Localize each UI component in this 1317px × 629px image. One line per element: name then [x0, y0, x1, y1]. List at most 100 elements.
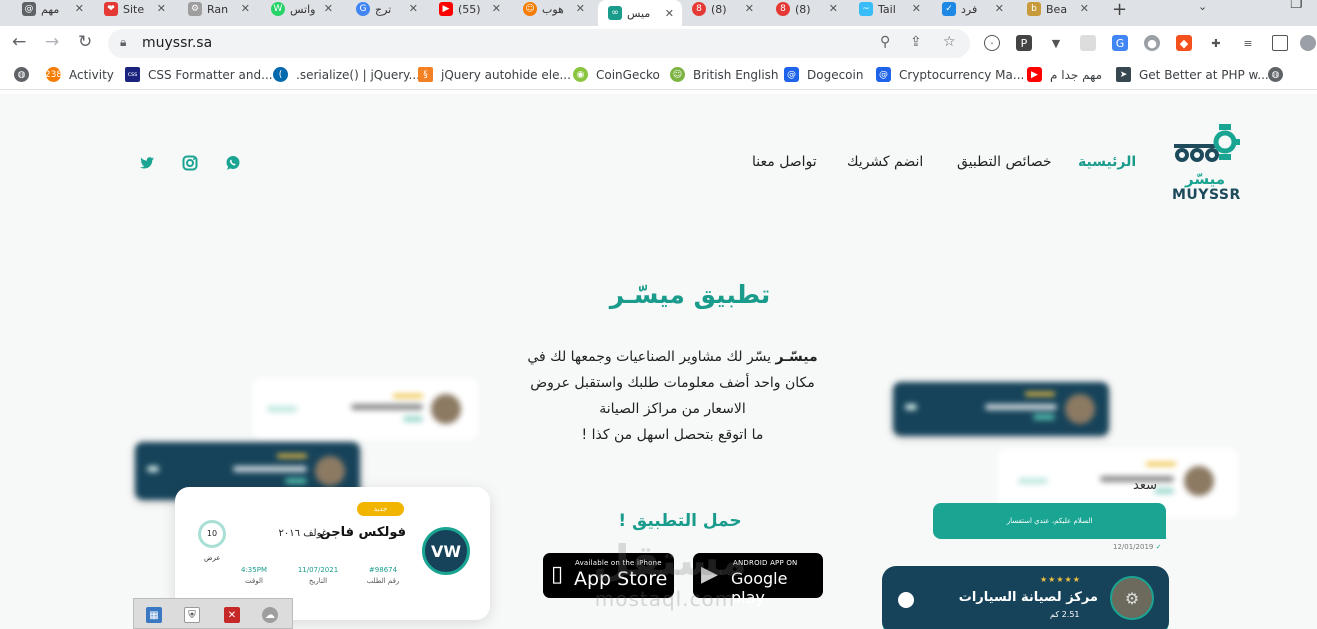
nav-contact[interactable]: تواصل معنا [752, 154, 817, 170]
service-center-card[interactable]: ⚙ ★★★★★ مركز لصيانة السيارات 2.51 كم [882, 566, 1169, 629]
close-icon[interactable]: ✕ [75, 2, 84, 15]
tab-label: واتس [290, 2, 316, 16]
close-icon[interactable]: ✕ [995, 2, 1004, 15]
tab-3[interactable]: W واتس ✕ [271, 0, 333, 18]
extension-icon[interactable]: · [984, 35, 1000, 51]
forward-button[interactable]: → [45, 32, 59, 52]
bookmark-important[interactable]: ▶ مهم جدا م [1027, 67, 1102, 82]
globe-icon[interactable]: ◍ [14, 67, 37, 82]
new-badge: جديد [357, 502, 404, 516]
chevron-down-icon[interactable]: ⌄ [1198, 0, 1207, 13]
share-icon[interactable]: ⇪ [910, 34, 922, 50]
watermark-url: mostaql.com [594, 587, 736, 611]
close-icon[interactable]: ✕ [409, 2, 418, 15]
tab-label: فرد [961, 2, 978, 16]
bookmark-php[interactable]: ➤ Get Better at PHP w... [1116, 67, 1269, 82]
bookmark-activity[interactable]: 238 Activity [45, 67, 114, 82]
location-icon[interactable]: ⚲ [880, 34, 890, 50]
chat-bubble: السلام عليكم، عندي استفسار [933, 503, 1166, 539]
close-icon[interactable]: ✕ [829, 2, 838, 15]
order-date-label: التاريخ [308, 577, 328, 585]
tab-5[interactable]: ▶ (55) ✕ [439, 0, 501, 18]
hero-line-4: ما اتوقع بتحصل اسهل من كذا ! [581, 427, 764, 443]
nav-home[interactable]: الرئيسية [1078, 154, 1136, 170]
bookmark-jquery-serialize[interactable]: ( .serialize() | jQuery... [273, 67, 420, 82]
close-icon[interactable]: ✕ [745, 2, 754, 15]
address-text[interactable]: muyssr.sa [142, 35, 212, 51]
bookmark-dogecoin[interactable]: @ Dogecoin [784, 67, 863, 82]
side-panel-icon[interactable] [1272, 35, 1288, 51]
bookmark-british-english[interactable]: ☺ British English [670, 67, 779, 82]
extension-icon[interactable]: ◆ [1176, 35, 1192, 51]
tab-4[interactable]: G ترج ✕ [356, 0, 418, 18]
tab-8[interactable]: 8 (8) ✕ [692, 0, 754, 18]
bookmark-label: jQuery autohide ele... [441, 67, 571, 82]
bookmark-label: مهم جدا م [1050, 67, 1103, 82]
arrow-icon: ➤ [1116, 67, 1131, 82]
bookmark-coingecko[interactable]: ◉ CoinGecko [573, 67, 660, 82]
shield-icon[interactable]: ⛨ [184, 607, 200, 623]
tab-2[interactable]: ⚙ Ran ✕ [188, 0, 250, 18]
close-icon[interactable]: ✕ [665, 7, 674, 20]
extension-icon[interactable] [1080, 35, 1096, 51]
bookmark-jquery-autohide[interactable]: § jQuery autohide ele... [418, 67, 571, 82]
tab-label: ترج [375, 2, 392, 16]
tab-1[interactable]: ❤ Site ✕ [104, 0, 166, 18]
close-icon[interactable]: ✕ [324, 2, 333, 15]
tab-10[interactable]: ~ Tail ✕ [859, 0, 921, 18]
reload-button[interactable]: ↻ [78, 32, 92, 52]
nav-join-partner[interactable]: انضم كشريك [847, 154, 923, 170]
puzzle-icon[interactable]: ✚ [1208, 35, 1224, 51]
tab-6[interactable]: ☺ هوب ✕ [523, 0, 585, 18]
media-control-icon[interactable]: ≡ [1240, 35, 1256, 51]
close-icon[interactable]: ✕ [241, 2, 250, 15]
css-icon: css [125, 67, 140, 82]
extension-icon[interactable]: P [1016, 35, 1032, 51]
restore-window-button[interactable]: ❐ [1290, 0, 1303, 12]
twitter-icon[interactable] [139, 155, 155, 171]
bookmark-cryptocurrency[interactable]: @ Cryptocurrency Ma... [876, 67, 1024, 82]
tab-9[interactable]: 8 (8) ✕ [776, 0, 838, 18]
app-icon[interactable]: ▦ [146, 607, 162, 623]
close-icon[interactable]: ✕ [492, 2, 501, 15]
gear-icon: ⚙ [188, 2, 202, 16]
browser-window: @ مهم ✕ ❤ Site ✕ ⚙ Ran ✕ W واتس ✕ G ترج … [0, 0, 1317, 629]
tab-7[interactable]: ∞ ميس ✕ [598, 0, 682, 26]
tab-label: Site [123, 2, 145, 16]
nav-features[interactable]: خصائص التطبيق [957, 154, 1052, 170]
instagram-icon[interactable] [182, 155, 198, 171]
notification-icon: 8 [692, 2, 706, 16]
tab-label: (55) [458, 2, 481, 16]
badge-icon: 238 [45, 67, 62, 82]
translate-icon[interactable]: G [1112, 35, 1128, 51]
close-icon[interactable]: ✕ [912, 2, 921, 15]
globe-icon[interactable]: ◍ [1268, 67, 1291, 82]
order-date: 11/07/2021 التاريخ [288, 566, 348, 585]
star-icon[interactable]: ☆ [943, 34, 956, 50]
chat-icon[interactable] [898, 592, 914, 608]
bookmark-label: British English [693, 67, 779, 82]
app-icon[interactable]: ✕ [224, 607, 240, 623]
close-icon[interactable]: ✕ [157, 2, 166, 15]
bookmark-css-formatter[interactable]: css CSS Formatter and... [125, 67, 273, 82]
extension-icon[interactable]: ● [1144, 35, 1160, 51]
back-button[interactable]: ← [12, 32, 26, 52]
notification-icon: 8 [776, 2, 790, 16]
close-icon[interactable]: ✕ [576, 2, 585, 15]
google-icon: G [356, 2, 370, 16]
new-tab-button[interactable]: + [1112, 0, 1127, 20]
whatsapp-icon[interactable] [225, 155, 241, 171]
cloud-icon[interactable]: ☁ [262, 607, 278, 623]
address-bar[interactable]: 🔒︎ muyssr.sa ⚲ ⇪ ☆ [108, 29, 970, 58]
check-icon: ✓ [1155, 543, 1162, 551]
tab-0[interactable]: @ مهم ✕ [22, 0, 84, 18]
car-model: غولف ٢٠١٦ [278, 528, 327, 539]
logo-text: MUYSSR [1172, 187, 1241, 203]
tab-11[interactable]: ✓ فرد ✕ [942, 0, 1004, 18]
coingecko-icon: ◉ [573, 67, 588, 82]
tab-12[interactable]: b Bea ✕ [1027, 0, 1089, 18]
close-icon[interactable]: ✕ [1080, 2, 1089, 15]
vuejs-devtools-icon[interactable]: ▼ [1048, 35, 1064, 51]
emoji-icon: ☺ [523, 2, 537, 16]
avatar[interactable] [1300, 35, 1316, 51]
